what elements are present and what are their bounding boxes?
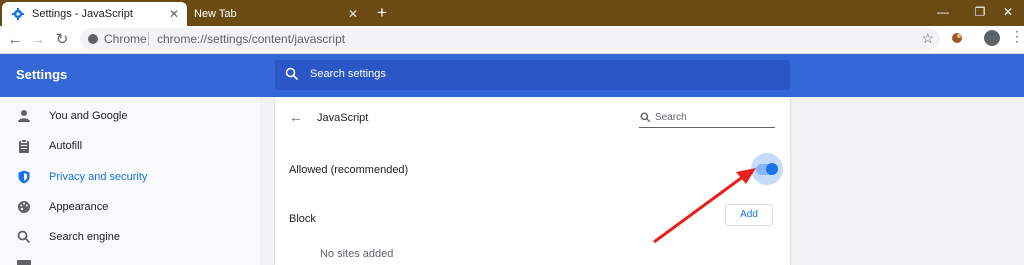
sidebar-item-autofill[interactable]: Autofill [0,132,260,162]
address-bar[interactable]: Chrome chrome://settings/content/javascr… [80,28,940,50]
palette-icon [18,201,30,213]
back-button[interactable]: ← [4,29,26,51]
profile-avatar-icon[interactable] [984,30,1000,46]
extension-icon[interactable] [950,31,964,45]
search-placeholder: Search [655,112,687,123]
person-icon [18,110,30,122]
reload-button[interactable]: ↻ [51,29,73,51]
forward-button[interactable]: → [27,29,49,51]
sidebar-item-appearance[interactable]: Appearance [0,193,260,223]
gear-icon [12,8,24,20]
clipboard-icon [19,139,29,153]
sidebar-item-search-engine[interactable]: Search engine [0,223,260,253]
tab-close-icon[interactable]: ✕ [346,7,360,21]
search-icon [285,67,299,81]
tab-new-tab[interactable]: New Tab ✕ [186,2,366,26]
shield-icon [18,170,30,184]
sidebar-item-label: Search engine [49,231,120,243]
search-placeholder: Search settings [310,68,386,80]
title-bar: Settings - JavaScript ✕ New Tab ✕ + — ❐ … [0,0,1024,26]
sidebar-item-you-and-google[interactable]: You and Google [0,102,260,132]
new-tab-button[interactable]: + [372,3,392,23]
divider [148,32,149,46]
search-icon [640,112,651,123]
sidebar-item-label: You and Google [49,110,128,122]
tab-settings-javascript[interactable]: Settings - JavaScript ✕ [2,2,187,26]
url-text[interactable]: chrome://settings/content/javascript [157,32,345,46]
section-title: JavaScript [317,112,369,124]
settings-sidebar: You and Google Autofill Privacy and secu… [0,97,260,265]
bookmark-star-icon[interactable]: ☆ [921,30,934,47]
block-label: Block [289,213,316,225]
sidebar-item-label: Autofill [49,140,83,152]
no-sites-text: No sites added [320,248,394,260]
sidebar-item-next-icon [17,260,31,265]
sidebar-item-label: Appearance [49,201,109,213]
sidebar-item-privacy-and-security[interactable]: Privacy and security [0,163,260,193]
tab-label: Settings - JavaScript [32,8,133,20]
chrome-icon [88,34,98,44]
back-arrow-button[interactable]: ← [289,109,303,125]
close-window-button[interactable]: ✕ [990,2,1024,22]
tab-label: New Tab [194,8,237,20]
search-input[interactable]: Search [639,109,775,128]
minimize-button[interactable]: — [925,2,961,22]
settings-header: Settings Search settings [0,54,1024,97]
site-chip: Chrome [104,32,147,46]
annotation-arrow [653,168,756,244]
tab-close-icon[interactable]: ✕ [167,7,181,21]
page-title: Settings [16,67,68,82]
menu-icon[interactable]: ⋮ [1010,28,1024,45]
search-icon [17,230,31,244]
browser-toolbar: ← → ↻ Chrome chrome://settings/content/j… [0,26,1024,54]
search-settings-input[interactable]: Search settings [275,60,790,90]
sidebar-item-label: Privacy and security [49,171,148,183]
allowed-label: Allowed (recommended) [289,164,409,176]
